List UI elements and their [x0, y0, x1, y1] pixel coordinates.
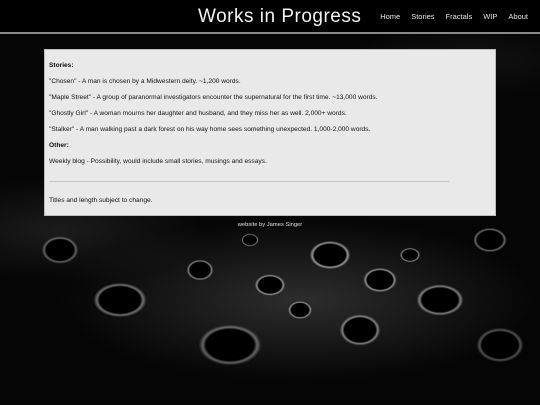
disclaimer-note: Titles and length subject to change.: [49, 197, 153, 204]
site-credit: website by James Singer: [237, 222, 303, 228]
story-item: "Chosen" - A man is chosen by a Midweste…: [49, 78, 241, 85]
divider: [49, 181, 449, 182]
content-card: Stories: "Chosen" - A man is chosen by a…: [44, 49, 496, 216]
other-heading: Other:: [49, 142, 69, 149]
story-item: "Ghostly Girl" - A woman mourns her daug…: [49, 110, 347, 117]
header-bar: Works in Progress Home Stories Fractals …: [0, 0, 540, 34]
story-item: "Maple Street" - A group of paranormal i…: [49, 94, 378, 101]
site-title: Works in Progress: [198, 6, 362, 27]
nav-link-wip[interactable]: WIP: [483, 12, 497, 21]
main-nav: Home Stories Fractals WIP About: [380, 12, 528, 21]
nav-link-fractals[interactable]: Fractals: [446, 12, 473, 21]
other-item: Weekly blog - Possibility, would include…: [49, 158, 267, 165]
nav-link-home[interactable]: Home: [380, 12, 400, 21]
nav-link-about[interactable]: About: [508, 12, 528, 21]
nav-link-stories[interactable]: Stories: [411, 12, 434, 21]
stories-heading: Stories:: [49, 62, 74, 69]
story-item: "Stalker" - A man walking past a dark fo…: [49, 126, 371, 133]
